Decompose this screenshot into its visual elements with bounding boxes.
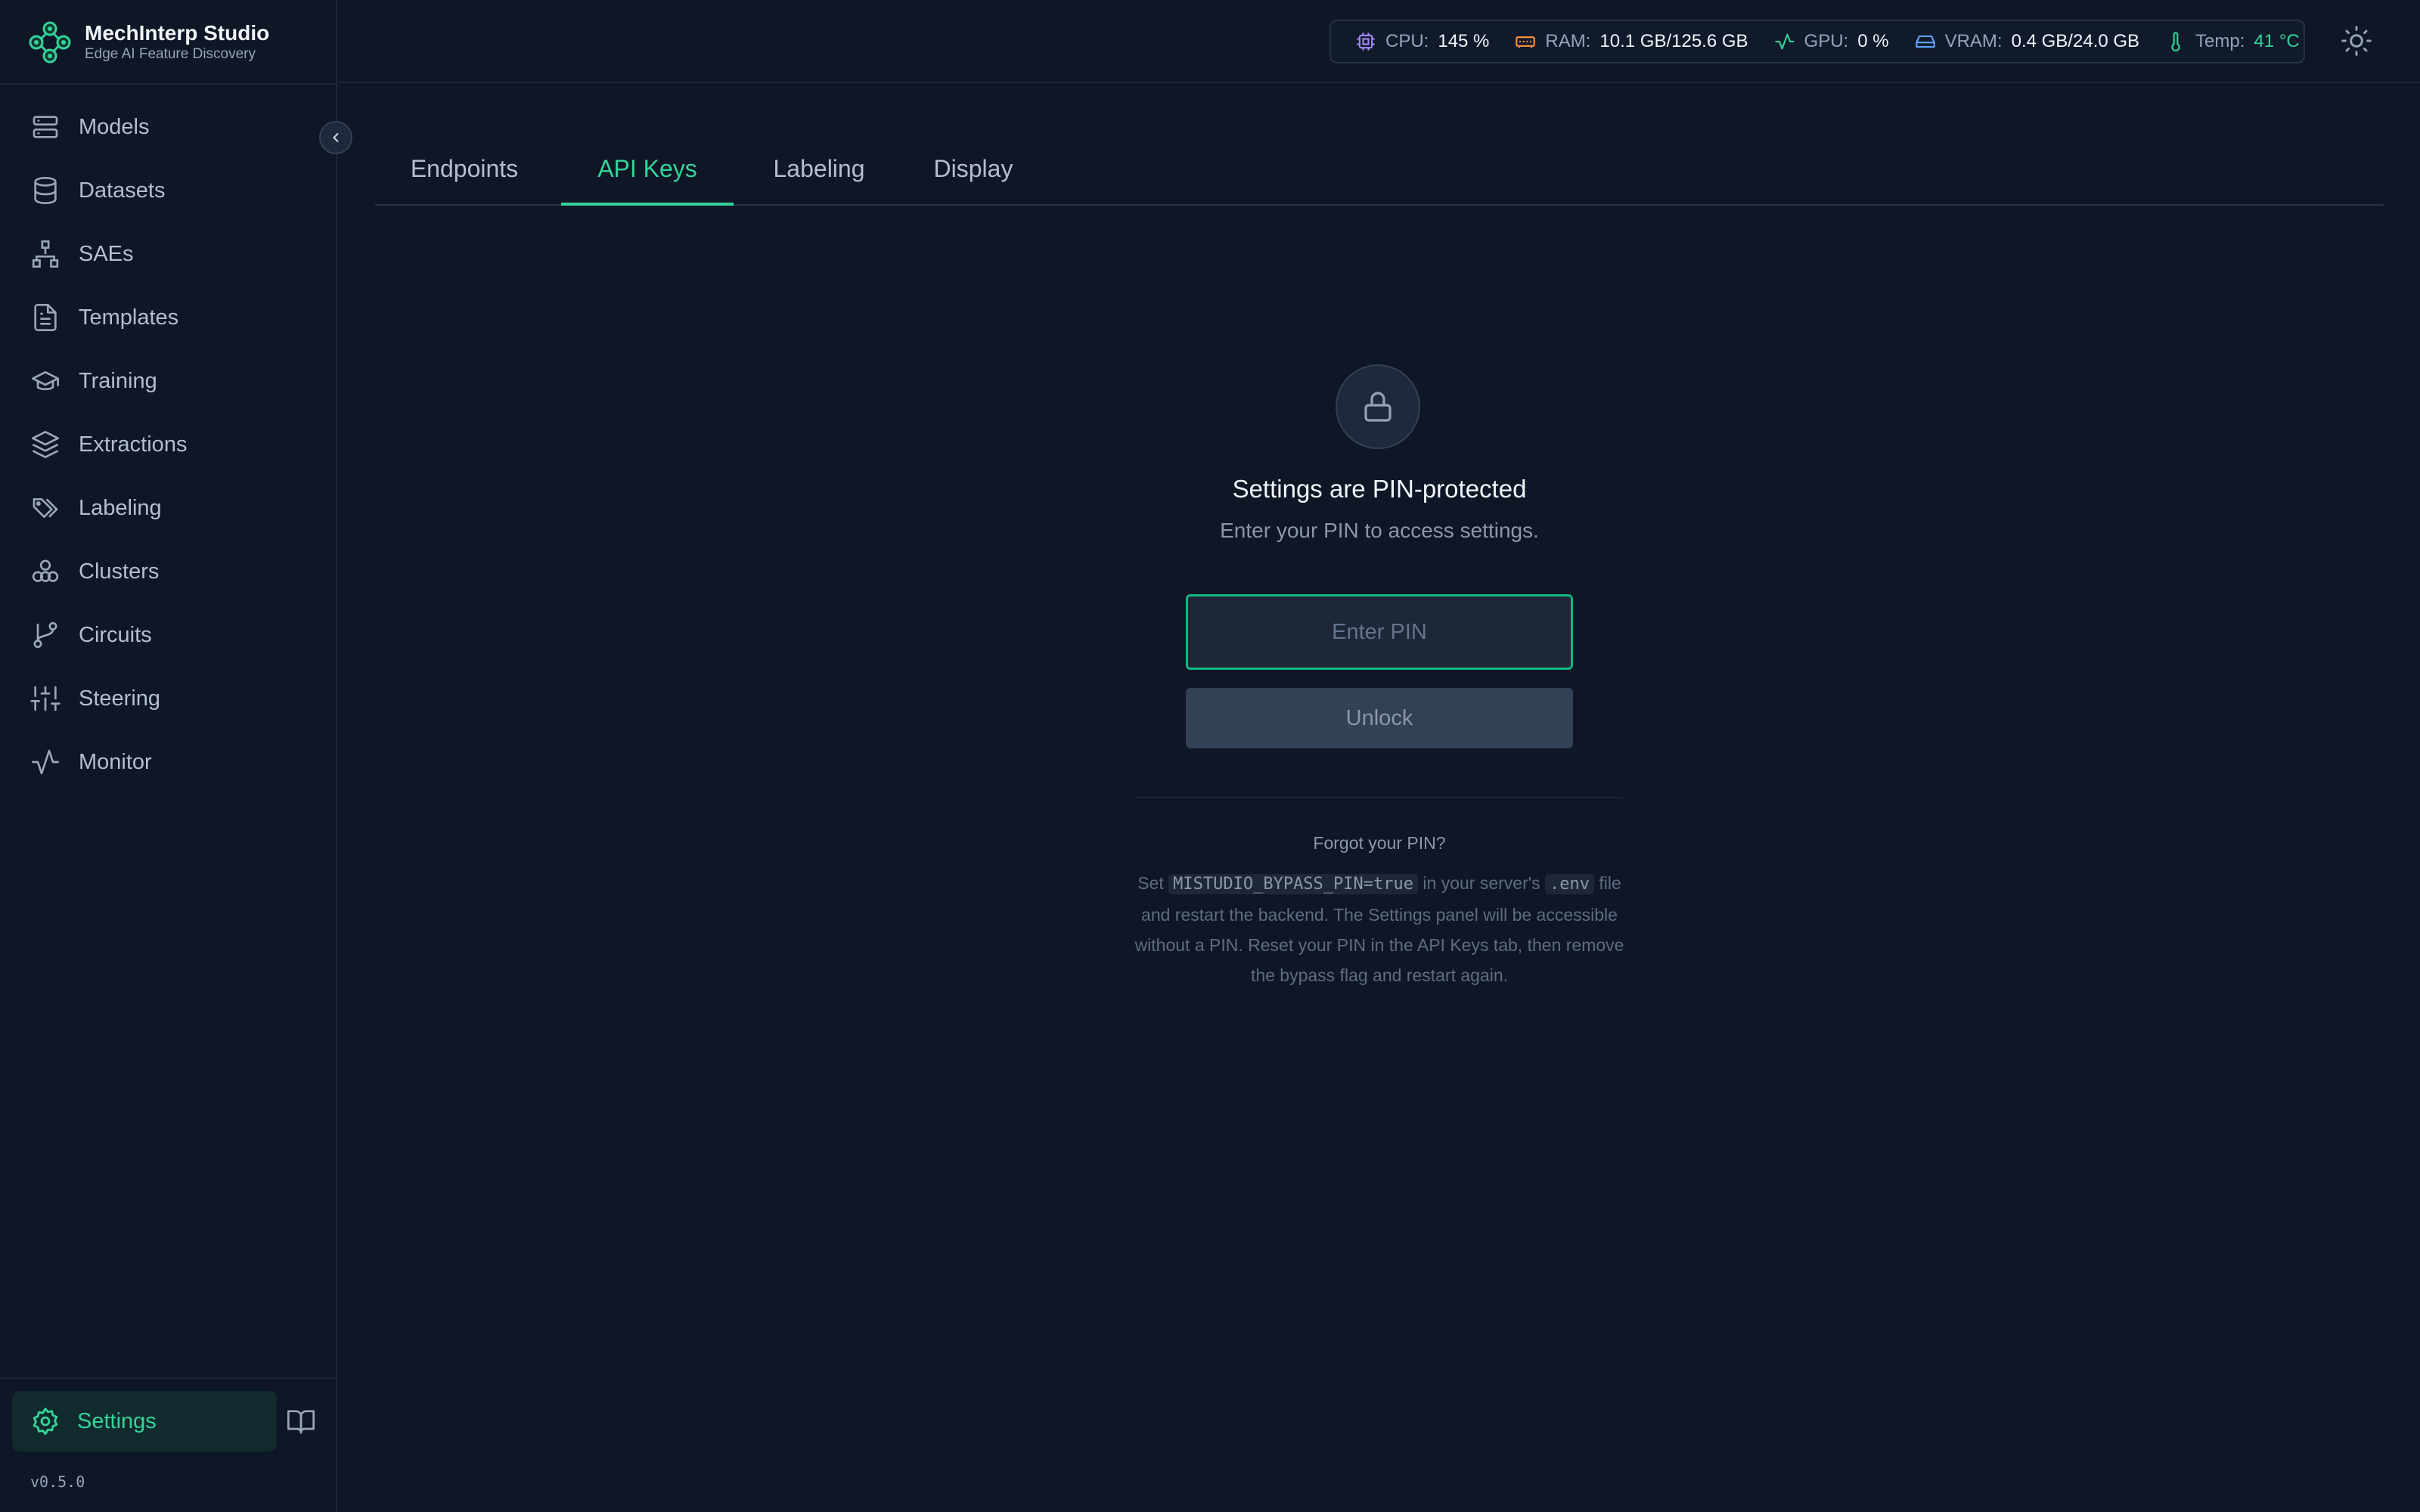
vram-stat: VRAM: 0.4 GB/24.0 GB [1915, 31, 2139, 52]
brand[interactable]: MechInterp Studio Edge AI Feature Discov… [27, 20, 269, 65]
sidebar-item-labeling[interactable]: Labeling [0, 476, 337, 540]
sidebar-item-label: Templates [79, 305, 179, 330]
sidebar-item-label: Datasets [79, 178, 166, 203]
system-stats: CPU: 145 % RAM: 10.1 GB/125.6 GB GPU: 0 … [1329, 20, 2305, 64]
ram-label: RAM: [1545, 31, 1591, 51]
sidebar-item-training[interactable]: Training [0, 349, 337, 413]
hard-drive-icon [1915, 35, 1935, 48]
sidebar-item-label: SAEs [79, 241, 134, 266]
logo-icon [29, 21, 71, 64]
activity-icon [1774, 33, 1795, 50]
help-text-part: Set [1137, 873, 1169, 893]
lock-title: Settings are PIN-protected [1232, 475, 1527, 503]
gear-icon [33, 1407, 58, 1436]
temp-stat: Temp: 41 °C [2165, 31, 2300, 52]
memory-icon [1516, 36, 1536, 48]
gpu-label: GPU: [1804, 31, 1849, 51]
tab-api-keys[interactable]: API Keys [561, 133, 734, 206]
sidebar-item-extractions[interactable]: Extractions [0, 413, 337, 476]
help-text: Set MISTUDIO_BYPASS_PIN=true in your ser… [1134, 868, 1624, 990]
temp-value: 41 °C [2254, 31, 2300, 51]
unlock-button[interactable]: Unlock [1186, 688, 1573, 748]
divider [0, 83, 337, 85]
sidebar-item-label: Settings [77, 1408, 157, 1433]
graduation-cap-icon [32, 371, 59, 391]
sidebar-item-label: Monitor [79, 749, 152, 774]
thermometer-icon [2171, 32, 2180, 52]
sidebar-item-circuits[interactable]: Circuits [0, 603, 337, 667]
sliders-icon [30, 686, 60, 711]
sidebar-item-settings[interactable]: Settings [12, 1391, 277, 1452]
sidebar-item-label: Labeling [79, 495, 162, 520]
pin-input[interactable] [1186, 594, 1573, 670]
cpu-label: CPU: [1385, 31, 1429, 51]
bypass-flag-code: MISTUDIO_BYPASS_PIN=true [1168, 874, 1419, 894]
top-bar: CPU: 145 % RAM: 10.1 GB/125.6 GB GPU: 0 … [339, 0, 2420, 83]
sidebar-item-steering[interactable]: Steering [0, 667, 337, 730]
database-icon [34, 177, 57, 205]
sun-icon[interactable] [2340, 24, 2373, 57]
sidebar-item-label: Steering [79, 686, 161, 711]
version-label: v0.5.0 [30, 1473, 85, 1491]
layers-icon [32, 431, 59, 458]
env-file-code: .env [1545, 874, 1594, 894]
sidebar-item-label: Circuits [79, 622, 152, 647]
divider [0, 1377, 337, 1379]
sidebar-item-monitor[interactable]: Monitor [0, 730, 337, 794]
vram-label: VRAM: [1944, 31, 2003, 51]
network-icon [32, 240, 59, 268]
sidebar-item-models[interactable]: Models [0, 95, 337, 159]
ram-stat: RAM: 10.1 GB/125.6 GB [1515, 31, 1748, 52]
sidebar-item-datasets[interactable]: Datasets [0, 159, 337, 222]
cpu-value: 145 % [1438, 31, 1490, 51]
gpu-stat: GPU: 0 % [1774, 31, 1889, 52]
app-subtitle: Edge AI Feature Discovery [85, 46, 256, 62]
sidebar-item-label: Models [79, 114, 150, 139]
temp-label: Temp: [2195, 31, 2245, 51]
lock-icon [1364, 392, 1392, 422]
gpu-value: 0 % [1857, 31, 1889, 51]
collapse-sidebar-button[interactable] [319, 121, 352, 154]
file-text-icon [34, 304, 57, 331]
app-title: MechInterp Studio [85, 21, 270, 45]
sidebar-nav: Models Datasets SAEs Templates Training … [0, 95, 337, 794]
divider [1136, 797, 1623, 798]
cpu-icon [1357, 33, 1375, 51]
settings-tabs: Endpoints API Keys Labeling Display [375, 133, 2384, 206]
sidebar-item-label: Extractions [79, 432, 188, 457]
server-icon [33, 116, 58, 138]
tab-display[interactable]: Display [912, 133, 1035, 204]
clusters-icon [32, 559, 59, 582]
vram-value: 0.4 GB/24.0 GB [2011, 31, 2140, 51]
tab-labeling[interactable]: Labeling [750, 133, 888, 204]
book-open-icon[interactable] [286, 1406, 316, 1436]
cpu-stat: CPU: 145 % [1355, 31, 1489, 52]
ram-value: 10.1 GB/125.6 GB [1599, 31, 1748, 51]
lock-subtitle: Enter your PIN to access settings. [1220, 519, 1539, 542]
sidebar-item-templates[interactable]: Templates [0, 286, 337, 349]
sidebar: MechInterp Studio Edge AI Feature Discov… [0, 0, 352, 1512]
tab-endpoints[interactable]: Endpoints [375, 133, 554, 204]
sidebar-item-saes[interactable]: SAEs [0, 222, 337, 286]
sidebar-item-clusters[interactable]: Clusters [0, 540, 337, 603]
activity-icon [32, 749, 59, 775]
tags-icon [33, 498, 58, 518]
sidebar-item-label: Clusters [79, 559, 160, 584]
lock-badge [1336, 364, 1420, 449]
chevron-left-icon [333, 132, 339, 143]
help-text-part: in your server's [1418, 873, 1546, 893]
git-branch-icon [33, 621, 57, 649]
sidebar-item-label: Training [79, 368, 157, 393]
help-title: Forgot your PIN? [1313, 833, 1446, 853]
